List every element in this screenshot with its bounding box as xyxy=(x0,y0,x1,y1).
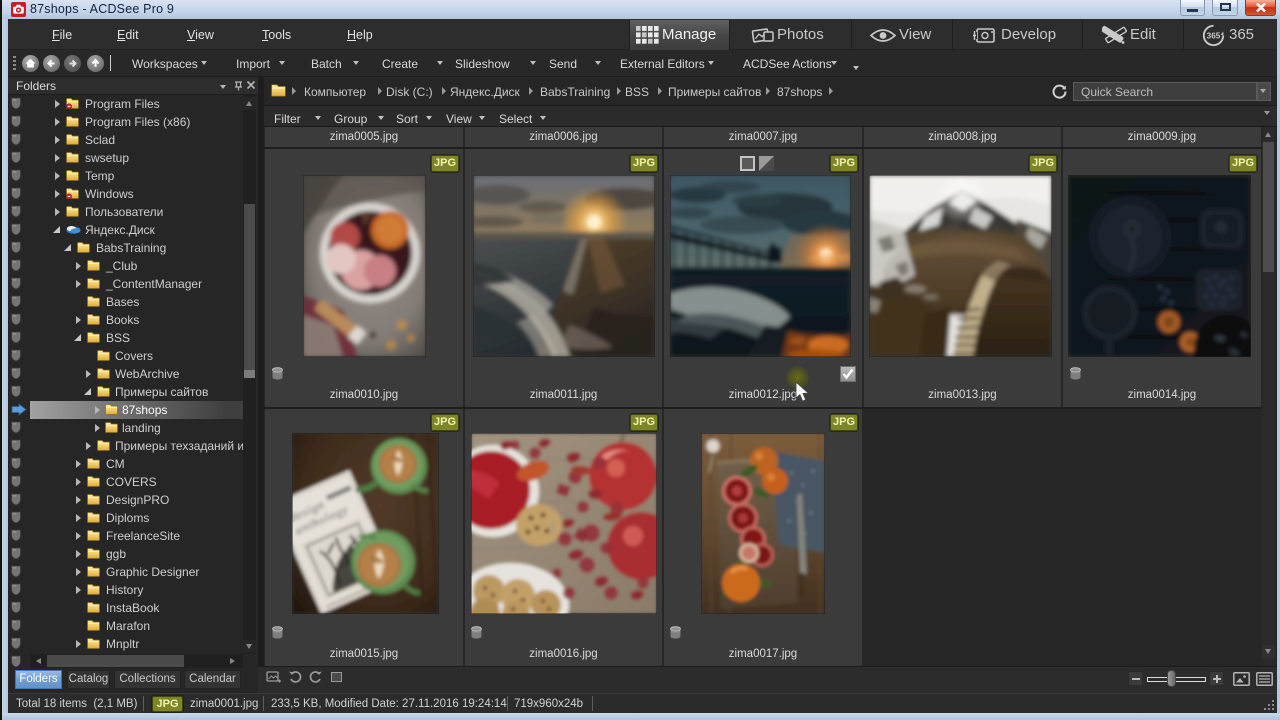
svg-text:365: 365 xyxy=(1207,32,1221,41)
